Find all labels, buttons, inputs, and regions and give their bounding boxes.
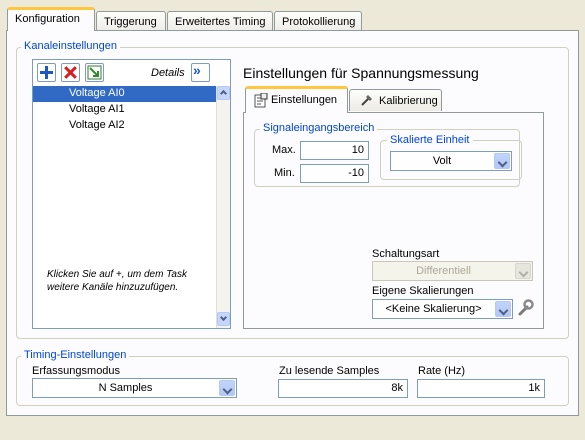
signal-input-range-legend: Signaleingangsbereich [260,122,378,134]
voltage-settings-title: Einstellungen für Spannungsmessung [243,65,479,81]
add-channel-button[interactable] [37,63,56,82]
timing-settings-legend: Timing-Einstellungen [21,349,130,361]
scroll-up-button[interactable] [217,86,230,100]
scroll-down-button[interactable] [217,312,230,326]
acquisition-mode-label: Erfassungsmodus [32,365,121,377]
custom-scaling-value: <Keine Skalierung> [385,303,482,315]
channel-list-panel: Details » Voltage AI0 Voltage AI1 Voltag… [32,59,231,329]
configuration-page: Kanaleinstellungen Details » Voltage AI0… [6,30,579,416]
tab-einstellungen-label: Einstellungen [271,94,338,106]
channel-toolbar: Details » [33,60,230,85]
tab-protokollierung[interactable]: Protokollierung [274,11,362,32]
chevron-down-icon [219,380,235,396]
remove-channel-button[interactable] [61,63,80,82]
scaled-unit-value: Volt [432,155,452,167]
samples-to-read-label: Zu lesende Samples [279,365,380,377]
terminal-config-label: Schaltungsart [372,248,440,260]
channel-hint-text: Klicken Sie auf +, um dem Task weitere K… [47,269,187,293]
channel-list-item[interactable]: Voltage AI2 [33,118,218,134]
tab-erweitertes-timing[interactable]: Erweitertes Timing [167,11,273,32]
tab-triggerung[interactable]: Triggerung [96,11,166,32]
channel-list-scrollbar[interactable] [216,86,230,328]
double-chevron-right-icon: » [193,62,201,78]
chevron-down-icon [515,263,531,279]
scaled-unit-select[interactable]: Volt [390,151,512,171]
rate-label: Rate (Hz) [418,365,466,377]
plus-icon [40,66,53,79]
chevron-down-icon [219,313,228,322]
rename-channel-button[interactable] [85,63,104,82]
tab-kalibrierung-label: Kalibrierung [379,95,438,107]
max-label: Max. [272,144,296,156]
terminal-config-value: Differentiell [416,265,471,277]
settings-sheet-icon [254,93,268,108]
scaled-unit-legend: Skalierte Einheit [387,134,473,146]
channel-list-item[interactable]: Voltage AI0 [33,86,218,102]
samples-to-read-input[interactable]: 8k [278,379,408,398]
details-label: Details [151,67,185,79]
acquisition-mode-select[interactable]: N Samples [32,378,237,398]
calibration-tool-icon [361,95,372,106]
max-input[interactable]: 10 [300,141,369,160]
tab-konfiguration[interactable]: Konfiguration [7,7,95,31]
acquisition-mode-value: N Samples [98,382,153,394]
min-input[interactable]: -10 [300,164,369,183]
chevron-down-icon [494,153,510,169]
terminal-config-select: Differentiell [372,261,533,281]
red-x-icon [64,66,77,79]
wrench-icon[interactable] [516,299,534,317]
custom-scaling-select[interactable]: <Keine Skalierung> [372,299,513,319]
chevron-up-icon [219,89,228,98]
tab-kalibrierung[interactable]: Kalibrierung [349,89,442,111]
einstellungen-panel: Signaleingangsbereich Max. 10 Min. -10 S… [243,112,544,329]
channel-settings-legend: Kanaleinstellungen [21,40,120,52]
tab-einstellungen[interactable]: Einstellungen [245,86,348,113]
channel-list-item[interactable]: Voltage AI1 [33,102,218,118]
chevron-down-icon [495,301,511,317]
custom-scaling-label: Eigene Skalierungen [372,285,474,297]
rate-input[interactable]: 1k [417,379,545,398]
min-label: Min. [274,167,295,179]
green-arrow-icon [87,65,102,80]
details-toggle-button[interactable]: » [191,62,210,82]
